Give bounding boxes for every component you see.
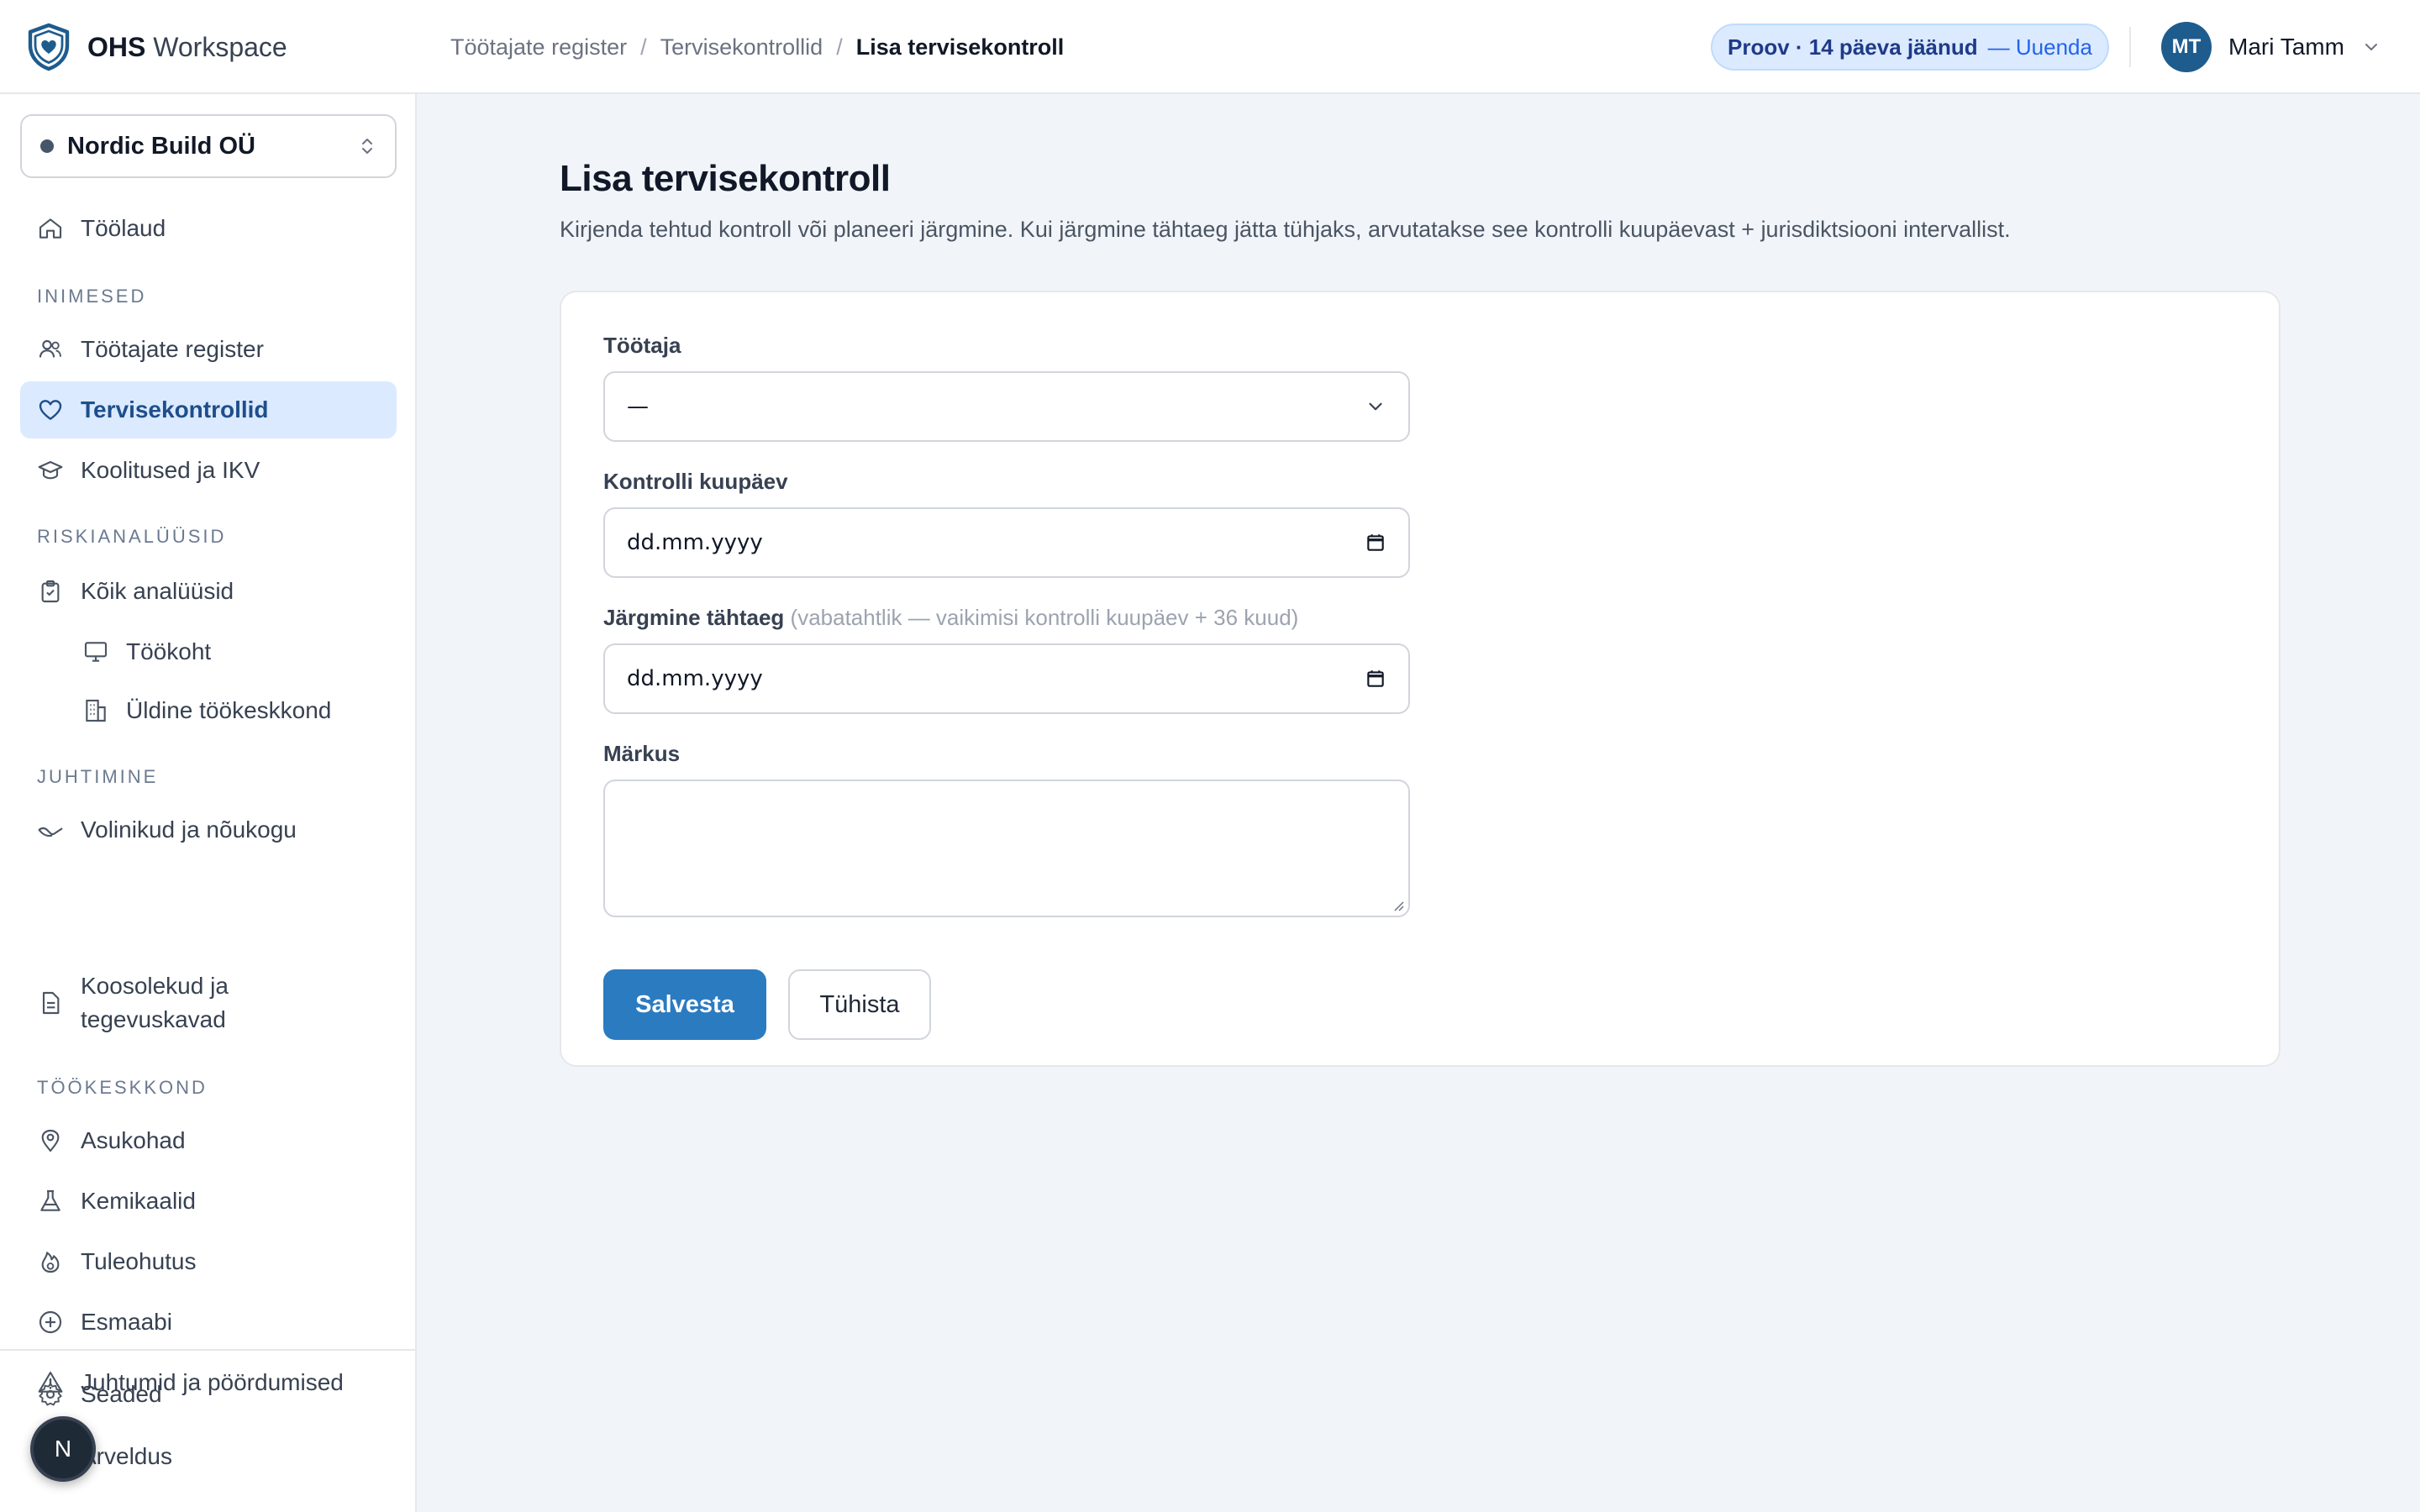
plus-circle-icon <box>39 1310 62 1334</box>
chevron-up-down-icon <box>362 139 372 154</box>
home-icon <box>39 218 62 239</box>
handshake-icon <box>38 827 63 837</box>
breadcrumb-employees[interactable]: Töötajate register <box>450 34 627 60</box>
chevron-down-icon <box>2365 44 2377 50</box>
resize-handle-icon[interactable] <box>1390 897 1405 912</box>
breadcrumb-health-checks[interactable]: Tervisekontrollid <box>660 34 823 60</box>
sidebar-item-label: Asukohad <box>81 1127 186 1153</box>
next-due-label-text: Järgmine tähtaeg <box>603 605 785 630</box>
calendar-icon[interactable] <box>1365 532 1386 554</box>
sidebar-item-workplace[interactable]: Töökoht <box>20 623 397 680</box>
users-icon <box>39 339 61 358</box>
avatar: MT <box>2161 22 2212 72</box>
check-date-label: Kontrolli kuupäev <box>603 469 788 494</box>
breadcrumb-separator: / <box>640 34 647 60</box>
sidebar-item-all-analyses[interactable]: Kõik analüüsid <box>20 563 397 620</box>
org-switcher[interactable]: Nordic Build OÜ <box>20 114 397 178</box>
sidebar-item-label: Tuleohutus <box>81 1248 197 1274</box>
sidebar-item-representatives[interactable]: Volinikud ja nõukogu <box>20 801 397 858</box>
sidebar-item-fire-safety[interactable]: Tuleohutus <box>20 1233 397 1290</box>
building-icon <box>86 699 106 722</box>
cancel-button[interactable]: Tühista <box>788 969 931 1040</box>
main-content: Lisa tervisekontroll Kirjenda tehtud kon… <box>417 94 2420 1512</box>
user-name: Mari Tamm <box>2228 34 2344 60</box>
sidebar-item-locations[interactable]: Asukohad <box>20 1112 397 1169</box>
employee-select-value: — <box>627 394 649 419</box>
sidebar-item-label: Volinikud ja nõukogu <box>81 816 297 843</box>
breadcrumb: Töötajate register / Tervisekontrollid /… <box>450 30 1064 64</box>
sidebar: Nordic Build OÜ Töölaud INIMESED Töötaja… <box>0 94 417 1512</box>
sidebar-item-meetings[interactable]: Koosolekud ja tegevuskavad <box>20 961 397 1045</box>
sidebar-item-label: Kemikaalid <box>81 1188 196 1214</box>
top-bar: OHS Workspace Töötajate register / Tervi… <box>0 0 2420 94</box>
next-due-label: Järgmine tähtaeg (vabatahtlik — vaikimis… <box>603 605 1298 631</box>
sidebar-divider <box>0 1349 415 1351</box>
flask-icon <box>40 1189 60 1211</box>
header-divider <box>2129 27 2131 67</box>
sidebar-item-chemicals[interactable]: Kemikaalid <box>20 1173 397 1230</box>
app-title: OHS Workspace <box>87 31 287 62</box>
chevron-down-icon <box>1369 402 1382 411</box>
calendar-icon[interactable] <box>1365 668 1386 690</box>
map-pin-icon <box>41 1129 60 1152</box>
next-due-hint: (vabatahtlik — vaikimisi kontrolli kuupä… <box>790 605 1299 630</box>
note-textarea[interactable] <box>603 780 1410 917</box>
sidebar-item-dashboard[interactable]: Töölaud <box>20 200 397 257</box>
assistant-button[interactable]: N <box>30 1416 96 1482</box>
sidebar-item-label: Koosolekud ja tegevuskavad <box>81 973 229 1032</box>
next-due-value: dd.mm.yyyy <box>627 666 763 691</box>
sidebar-item-label: Seaded <box>81 1381 162 1407</box>
sidebar-item-first-aid[interactable]: Esmaabi <box>20 1294 397 1351</box>
sidebar-item-label: Töölaud <box>81 215 166 241</box>
sidebar-item-trainings[interactable]: Koolitused ja IKV <box>20 442 397 499</box>
flame-icon <box>41 1252 60 1273</box>
user-menu[interactable]: MT Mari Tamm <box>2161 22 2381 72</box>
sidebar-item-label: Kõik analüüsid <box>81 578 234 604</box>
section-environment: TÖÖKESKKOND <box>37 1077 208 1098</box>
save-button[interactable]: Salvesta <box>603 969 766 1040</box>
org-status-dot <box>40 139 54 153</box>
sidebar-item-label: Üldine töökeskkond <box>126 697 332 723</box>
document-icon <box>42 991 60 1015</box>
graduation-cap-icon <box>38 460 63 480</box>
employee-label: Töötaja <box>603 333 681 358</box>
page-title: Lisa tervisekontroll <box>560 158 891 199</box>
breadcrumb-separator: / <box>836 34 843 60</box>
gear-icon <box>39 1383 62 1406</box>
sidebar-item-label: Esmaabi <box>81 1309 172 1335</box>
section-people: INIMESED <box>37 286 147 307</box>
sidebar-item-general-environment[interactable]: Üldine töökeskkond <box>20 682 397 739</box>
sidebar-item-label: Tervisekontrollid <box>81 396 269 423</box>
sidebar-item-health-checks[interactable]: Tervisekontrollid <box>20 381 397 438</box>
sidebar-item-employees[interactable]: Töötajate register <box>20 321 397 378</box>
section-management: JUHTIMINE <box>37 766 159 787</box>
sidebar-item-settings[interactable]: Seaded <box>20 1366 397 1423</box>
note-label: Märkus <box>603 741 681 766</box>
sidebar-item-label: Töötajate register <box>81 336 264 362</box>
trial-badge[interactable]: Proov · 14 päeva jäänud — Uuenda <box>1711 24 2109 71</box>
page-description: Kirjenda tehtud kontroll või planeeri jä… <box>560 217 2011 242</box>
org-name: Nordic Build OÜ <box>67 132 255 160</box>
monitor-icon <box>84 642 108 662</box>
check-date-value: dd.mm.yyyy <box>627 530 763 555</box>
health-check-form: Töötaja — Kontrolli kuupäev dd.mm.yyyy J… <box>560 291 2281 1067</box>
sidebar-item-label: Koolitused ja IKV <box>81 457 260 483</box>
sidebar-item-label: Töökoht <box>126 638 212 664</box>
trial-text: Proov · 14 päeva jäänud <box>1728 34 1978 60</box>
next-due-input[interactable]: dd.mm.yyyy <box>603 643 1410 714</box>
breadcrumb-current: Lisa tervisekontroll <box>855 34 1065 60</box>
app-logo[interactable]: OHS Workspace <box>25 22 287 72</box>
renew-link[interactable]: — Uuenda <box>1988 34 2092 60</box>
clipboard-check-icon <box>41 580 60 603</box>
shield-heart-icon <box>28 23 70 71</box>
heart-icon <box>39 400 62 420</box>
section-risk: RISKIANALÜÜSID <box>37 526 227 547</box>
check-date-input[interactable]: dd.mm.yyyy <box>603 507 1410 578</box>
employee-select[interactable]: — <box>603 371 1410 442</box>
